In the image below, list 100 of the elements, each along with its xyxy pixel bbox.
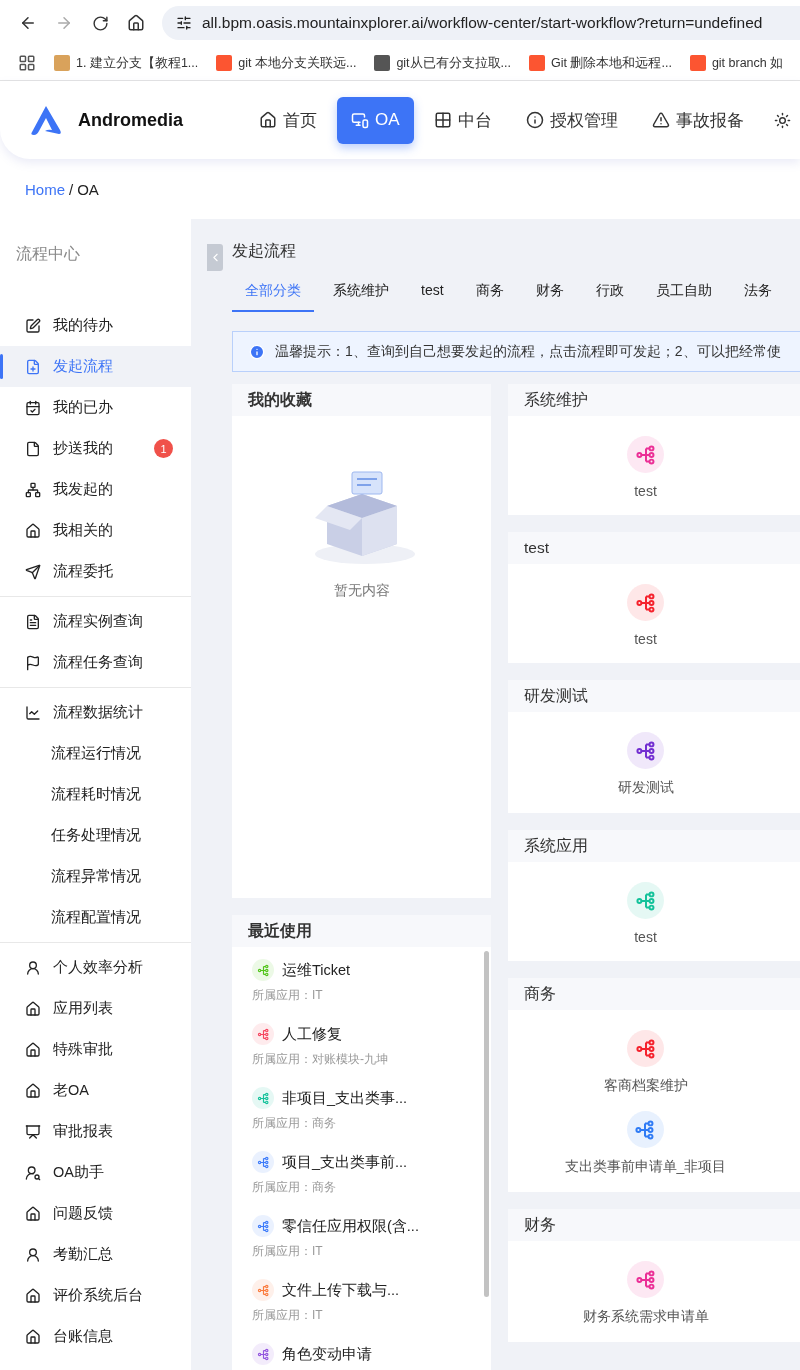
category-tab[interactable]: test: [408, 274, 457, 312]
home-icon: [259, 111, 277, 129]
sidebar-item[interactable]: 我的已办: [0, 387, 191, 428]
bookmark-favicon: [529, 55, 545, 71]
category-tab[interactable]: 员工自助: [642, 274, 725, 312]
workflow-name[interactable]: 研发测试: [617, 779, 674, 797]
site-info-icon[interactable]: [176, 15, 192, 31]
sidebar-item[interactable]: 我的待办: [0, 305, 191, 346]
recent-workflow[interactable]: 人工修复: [252, 1023, 491, 1045]
app-label: 所属应用：商务: [252, 1115, 337, 1132]
line-chart-icon: [25, 704, 41, 721]
nav-tab[interactable]: 授权管理: [511, 96, 632, 144]
sidebar-subitem[interactable]: 流程耗时情况: [0, 774, 191, 815]
card-title: 我的收藏: [232, 384, 491, 416]
hierarchy-icon: [25, 481, 41, 498]
sidebar-item[interactable]: 问题反馈: [0, 1193, 191, 1234]
address-bar[interactable]: all.bpm.oasis.mountainxplorer.ai/workflow-center/start-workflow?return=undefined: [162, 6, 800, 40]
sidebar-item[interactable]: 流程实例查询: [0, 601, 191, 642]
home-icon: [25, 1082, 41, 1099]
app-label: 所属应用：商务: [252, 1179, 337, 1196]
card-title: 系统维护: [508, 384, 800, 416]
calendar-check-icon: [25, 399, 41, 416]
scrollbar[interactable]: [484, 951, 489, 1297]
workflow-icon: [627, 882, 664, 919]
workflow-icon: [252, 1023, 274, 1045]
notice-text: 温馨提示：1、查询到自己想要发起的流程，点击流程即可发起；2、可以把经常使: [275, 342, 781, 361]
workflow-icon: [627, 1261, 664, 1298]
workflow-name[interactable]: 财务系统需求申请单: [582, 1308, 709, 1326]
sidebar-item[interactable]: 特殊审批: [0, 1029, 191, 1070]
recent-workflow[interactable]: 零信任应用权限(含...: [252, 1215, 491, 1237]
workflow-icon: [627, 732, 664, 769]
app-label: 所属应用：IT: [252, 987, 324, 1004]
sidebar-subitem[interactable]: 流程异常情况: [0, 856, 191, 897]
sidebar-item[interactable]: 个人效率分析: [0, 947, 191, 988]
breadcrumb-link[interactable]: Home: [25, 180, 65, 198]
sidebar-item[interactable]: 台账信息: [0, 1316, 191, 1357]
sidebar-item[interactable]: 流程数据统计: [0, 692, 191, 733]
recent-workflow[interactable]: 项目_支出类事前...: [252, 1151, 491, 1173]
workflow-name[interactable]: 支出类事前申请单_非项目: [564, 1158, 727, 1176]
bookmark[interactable]: git从已有分支拉取...: [374, 54, 511, 72]
workflow-name[interactable]: test: [634, 483, 657, 499]
sidebar-subitem[interactable]: 流程配置情况: [0, 897, 191, 938]
bookmark-favicon: [689, 55, 706, 71]
recent-workflow[interactable]: 运维Ticket: [252, 959, 491, 981]
grid-icon: [433, 111, 452, 129]
workflow-icon: [627, 1111, 664, 1148]
sidebar-item[interactable]: 审批报表: [0, 1111, 191, 1152]
recent-workflow[interactable]: 文件上传下载与...: [252, 1279, 491, 1301]
category-tab[interactable]: 系统维护: [320, 274, 402, 312]
collapse-handle[interactable]: [207, 244, 223, 271]
workflow-icon: [627, 436, 664, 473]
sidebar-item[interactable]: 发起流程: [0, 346, 191, 387]
home-icon: [25, 522, 41, 539]
sidebar-item[interactable]: 评价系统后台: [0, 1275, 191, 1316]
nav-tab[interactable]: 首页: [245, 96, 331, 144]
url-text: all.bpm.oasis.mountainxplorer.ai/workflow-center/start-workflow?return=undefined: [202, 14, 763, 32]
sidebar-item[interactable]: 我相关的: [0, 510, 191, 551]
bookmark[interactable]: Git 删除本地和远程...: [529, 54, 672, 72]
workflow-icon: [252, 1215, 274, 1237]
nav-tab[interactable]: OA: [337, 96, 414, 144]
count-badge: 1: [154, 439, 173, 458]
card-title: 商务: [508, 978, 800, 1010]
home-icon: [25, 1287, 41, 1304]
file-icon: [25, 440, 41, 457]
category-tab[interactable]: 全部分类: [232, 274, 314, 312]
bookmark-favicon: [216, 55, 233, 71]
edit-icon: [25, 317, 41, 334]
sidebar-item[interactable]: OA助手: [0, 1152, 191, 1193]
home-icon: [25, 1041, 41, 1058]
category-tab[interactable]: 财务: [522, 274, 577, 312]
sidebar-subitem[interactable]: 任务处理情况: [0, 815, 191, 856]
sidebar-item[interactable]: 考勤汇总: [0, 1234, 191, 1275]
sidebar-subitem[interactable]: 流程运行情况: [0, 733, 191, 774]
card-title: 系统应用: [508, 830, 800, 862]
workflow-name[interactable]: test: [634, 929, 657, 945]
sidebar-item[interactable]: 抄送我的 1: [0, 428, 191, 469]
card-title: 最近使用: [232, 915, 491, 947]
nav-tab[interactable]: 事故报备: [637, 96, 758, 144]
sidebar-item[interactable]: 流程委托: [0, 551, 191, 592]
workflow-name[interactable]: 客商档案维护: [603, 1077, 688, 1095]
category-tab[interactable]: 商务: [462, 274, 517, 312]
recent-workflow[interactable]: 角色变动申请: [252, 1343, 491, 1365]
nav-tab[interactable]: 中台: [419, 96, 506, 144]
bookmark[interactable]: git branch 如: [689, 54, 784, 72]
bookmark[interactable]: git 本地分支关联远...: [216, 54, 357, 72]
home-icon: [25, 1205, 41, 1222]
recent-workflow[interactable]: 非项目_支出类事...: [252, 1087, 491, 1109]
sidebar-item[interactable]: 应用列表: [0, 988, 191, 1029]
sidebar-item[interactable]: 流程任务查询: [0, 642, 191, 683]
bookmark[interactable]: 1. 建立分支【教程1...: [54, 54, 199, 72]
sidebar-item[interactable]: 老OA: [0, 1070, 191, 1111]
sidebar-item[interactable]: 我发起的: [0, 469, 191, 510]
category-tab[interactable]: 法务: [730, 274, 785, 312]
workflow-name[interactable]: test: [634, 631, 657, 647]
card-title: 财务: [508, 1209, 800, 1241]
sun-icon[interactable]: [773, 111, 791, 129]
apps-icon[interactable]: [18, 54, 36, 72]
card-title: 研发测试: [508, 680, 800, 712]
category-tab[interactable]: 行政: [582, 274, 637, 312]
breadcrumb-separator: /: [69, 180, 74, 198]
